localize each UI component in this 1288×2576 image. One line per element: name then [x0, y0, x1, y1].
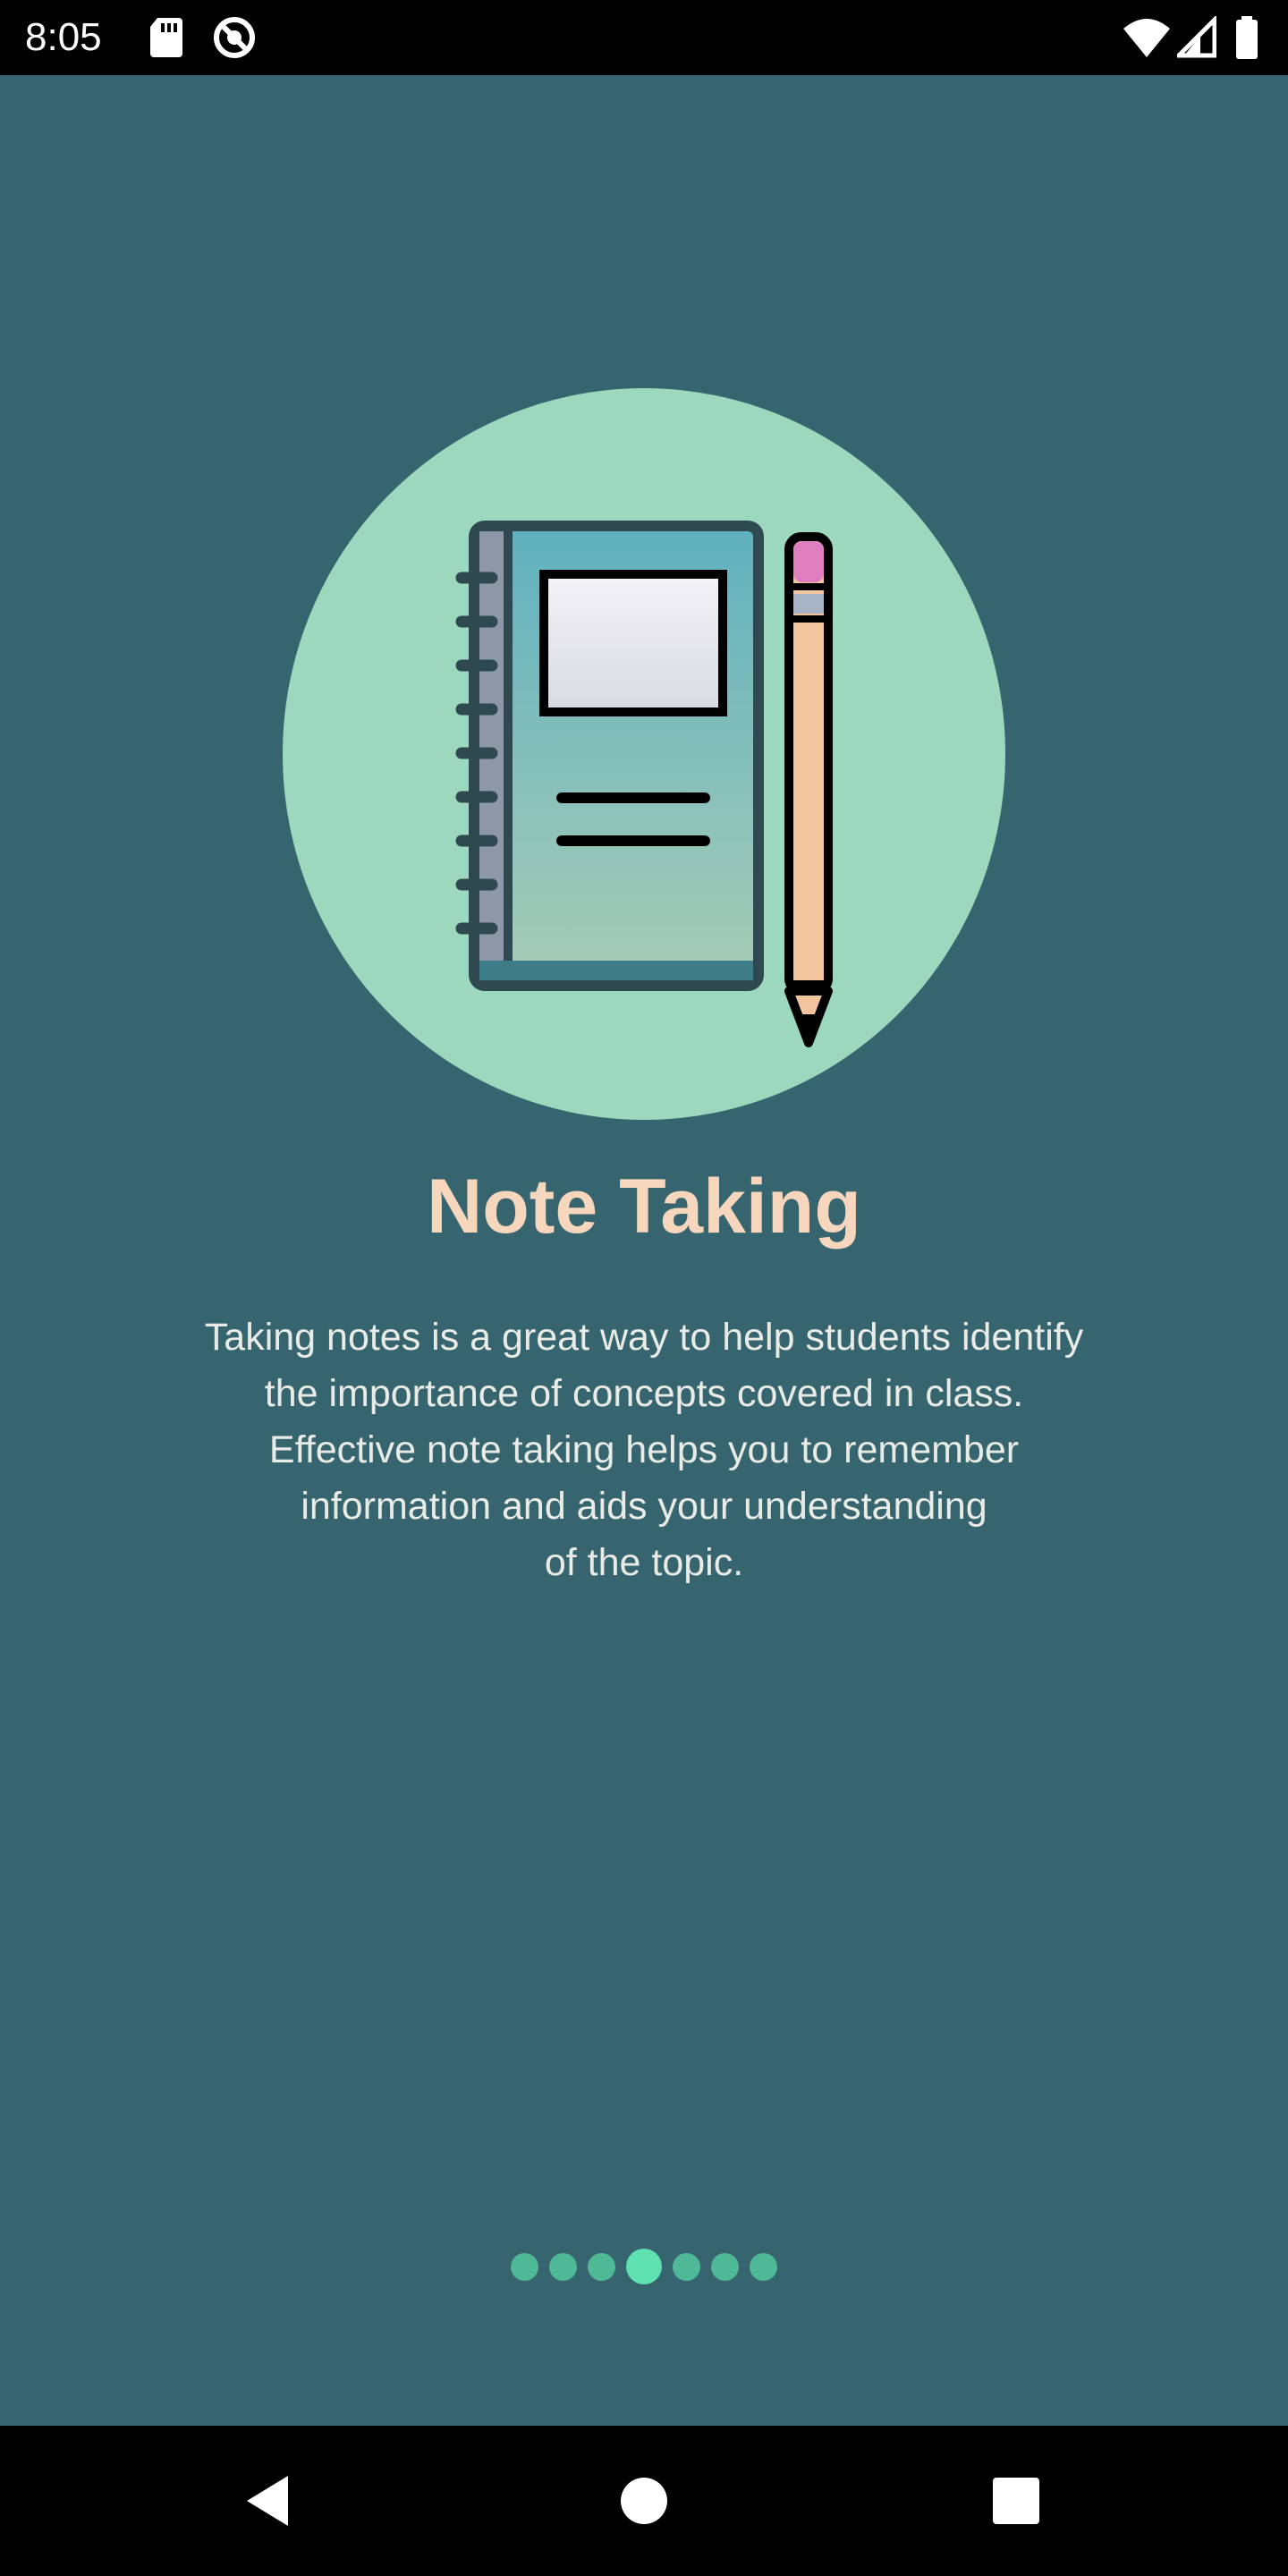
description-line: of the topic.	[544, 1541, 744, 1584]
page-indicator[interactable]	[0, 2245, 1288, 2288]
home-icon	[621, 2478, 667, 2524]
page-dot[interactable]	[588, 2252, 615, 2281]
home-button[interactable]	[572, 2426, 716, 2576]
page-dot[interactable]	[673, 2252, 700, 2281]
notebook-pencil-icon	[455, 521, 833, 1047]
status-bar: 8:05	[0, 0, 1288, 75]
recents-button[interactable]	[945, 2426, 1088, 2576]
page-title: Note Taking	[427, 1164, 861, 1250]
page-dot[interactable]	[549, 2252, 577, 2281]
navigation-bar	[0, 2426, 1288, 2576]
vpn-icon	[214, 17, 255, 58]
description-line: information and aids your understanding	[301, 1485, 987, 1528]
description-line: Effective note taking helps you to remem…	[268, 1428, 1020, 1471]
description: Taking notes is a great way to help stud…	[152, 1309, 1136, 1591]
back-button[interactable]	[197, 2426, 340, 2576]
recents-icon	[993, 2478, 1039, 2524]
onboarding-screen[interactable]: Note Taking Taking notes is a great way …	[0, 75, 1288, 2426]
back-icon	[247, 2476, 288, 2526]
cell-signal-icon	[1177, 16, 1216, 58]
description-line: the importance of concepts covered in cl…	[264, 1372, 1024, 1415]
wifi-icon	[1123, 19, 1170, 57]
battery-icon	[1236, 16, 1258, 59]
page-dot[interactable]	[750, 2252, 777, 2281]
description-line: Taking notes is a great way to help stud…	[204, 1316, 1084, 1359]
sd-card-icon	[150, 18, 182, 57]
page-dot-active[interactable]	[626, 2249, 662, 2284]
status-time: 8:05	[25, 15, 102, 59]
page-dot[interactable]	[711, 2252, 739, 2281]
page-dot[interactable]	[511, 2252, 538, 2281]
